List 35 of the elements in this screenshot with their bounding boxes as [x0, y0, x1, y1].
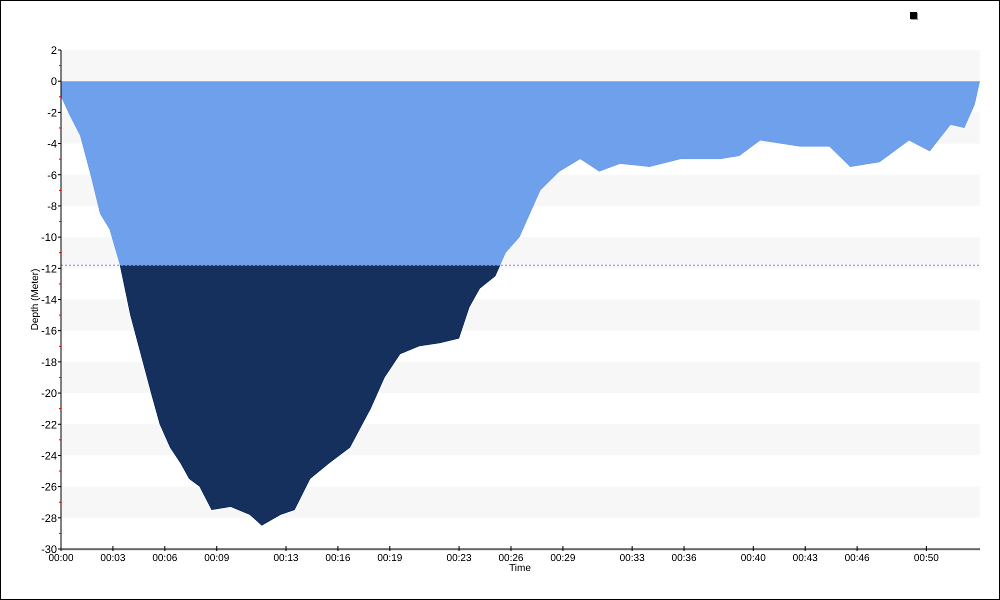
legend-marker-icon — [910, 12, 917, 19]
x-tick-label: 00:50 — [914, 553, 939, 564]
y-tick-label: -4 — [47, 138, 57, 151]
y-tick-label: -2 — [47, 107, 57, 120]
x-tick-label: 00:40 — [740, 553, 766, 564]
y-tick-label: -14 — [41, 294, 57, 306]
x-tick-label: 00:16 — [325, 553, 350, 564]
x-tick-label: 00:43 — [792, 553, 818, 564]
y-tick-label: -20 — [41, 388, 57, 400]
y-tick-label: -12 — [41, 263, 57, 276]
x-tick-label: 00:26 — [498, 553, 524, 564]
y-tick-label: 2 — [50, 45, 57, 57]
x-axis-title: Time — [509, 563, 531, 574]
y-tick-label: -18 — [41, 356, 57, 369]
y-tick-label: -10 — [41, 232, 57, 244]
x-tick-label: 00:19 — [377, 553, 402, 564]
x-tick-label: 00:23 — [446, 553, 472, 564]
x-tick-label: 00:33 — [620, 553, 645, 564]
y-tick-label: -24 — [41, 450, 57, 462]
x-tick-label: 00:03 — [100, 553, 126, 564]
y-tick-label: -16 — [41, 326, 57, 338]
y-tick-label: 0 — [50, 76, 57, 88]
x-tick-label: 00:00 — [48, 553, 74, 564]
y-tick-label: -22 — [41, 419, 57, 432]
y-axis-title: Depth (Meter) — [30, 268, 41, 330]
y-tick-label: -28 — [41, 512, 57, 525]
y-tick-label: -26 — [41, 482, 57, 494]
x-tick-label: 00:09 — [204, 553, 230, 564]
x-tick-label: 00:13 — [273, 553, 298, 564]
x-tick-label: 00:06 — [152, 553, 178, 564]
x-tick-label: 00:36 — [672, 553, 697, 564]
x-tick-label: 00:29 — [550, 553, 576, 564]
x-tick-label: 00:46 — [844, 553, 870, 564]
y-tick-label: -8 — [47, 200, 57, 213]
y-tick-label: -6 — [47, 170, 57, 182]
